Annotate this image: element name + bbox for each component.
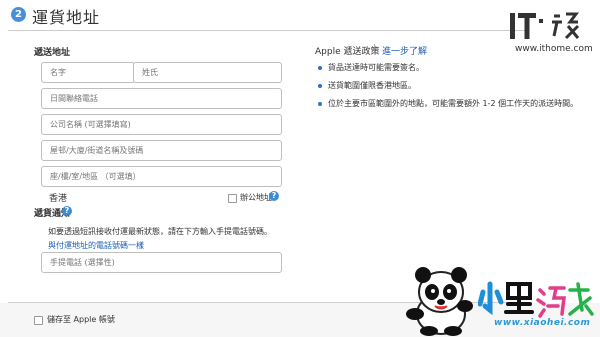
ithome-logo <box>510 12 580 40</box>
save-to-apple-id-checkbox[interactable] <box>34 316 43 325</box>
company-name-input[interactable] <box>41 114 282 135</box>
shipping-address-label: 遞送地址 <box>34 48 71 58</box>
first-name-input[interactable] <box>41 62 135 83</box>
policy-bullet: 送貨範圍僅限香港地區。 <box>316 80 578 98</box>
policy-bullet-list: 貨品送達時可能需要簽名。 送貨範圍僅限香港地區。 位於主要市區範圍外的地點，可能… <box>316 62 578 116</box>
policy-separator: | <box>373 44 377 54</box>
notify-description: 如要透過短訊接收付運最新狀態，請在下方輸入手提電話號碼。 <box>48 227 272 236</box>
policy-bullet: 位於主要市區範圍外的地點，可能需要額外 1-2 個工作天的派送時間。 <box>316 98 578 116</box>
office-address-checkbox[interactable] <box>228 194 237 203</box>
policy-bullet: 貨品送達時可能需要簽名。 <box>316 62 578 80</box>
xiaohei-game-logo <box>478 281 594 318</box>
step-number-badge: 2 <box>11 7 26 22</box>
save-to-apple-id-label: 儲存至 Apple 帳號 <box>47 315 115 324</box>
same-phone-link[interactable]: 與付運地址的電話號碼一樣 <box>48 240 144 251</box>
notify-help-icon[interactable]: ? <box>62 206 72 216</box>
mobile-phone-input[interactable] <box>41 252 282 273</box>
help-icon[interactable]: ? <box>269 191 279 201</box>
country-value: 香港 <box>49 194 68 204</box>
street-address-input[interactable] <box>41 140 282 161</box>
office-address-label: 辦公地址 <box>240 193 272 202</box>
daytime-phone-input[interactable] <box>41 88 282 109</box>
learn-more-link[interactable]: 進一步了解 <box>382 44 427 57</box>
last-name-input[interactable] <box>133 62 282 83</box>
section-title: 運貨地址 <box>32 8 101 27</box>
ithome-url: www.ithome.com <box>515 44 593 54</box>
delivery-policy-title: Apple 遞送政策 <box>315 47 380 57</box>
panda-mascot-icon <box>406 267 473 336</box>
header-divider <box>8 30 528 31</box>
xiaohei-url: www.xiaohei.com <box>494 318 591 328</box>
floor-unit-input[interactable] <box>41 166 282 187</box>
